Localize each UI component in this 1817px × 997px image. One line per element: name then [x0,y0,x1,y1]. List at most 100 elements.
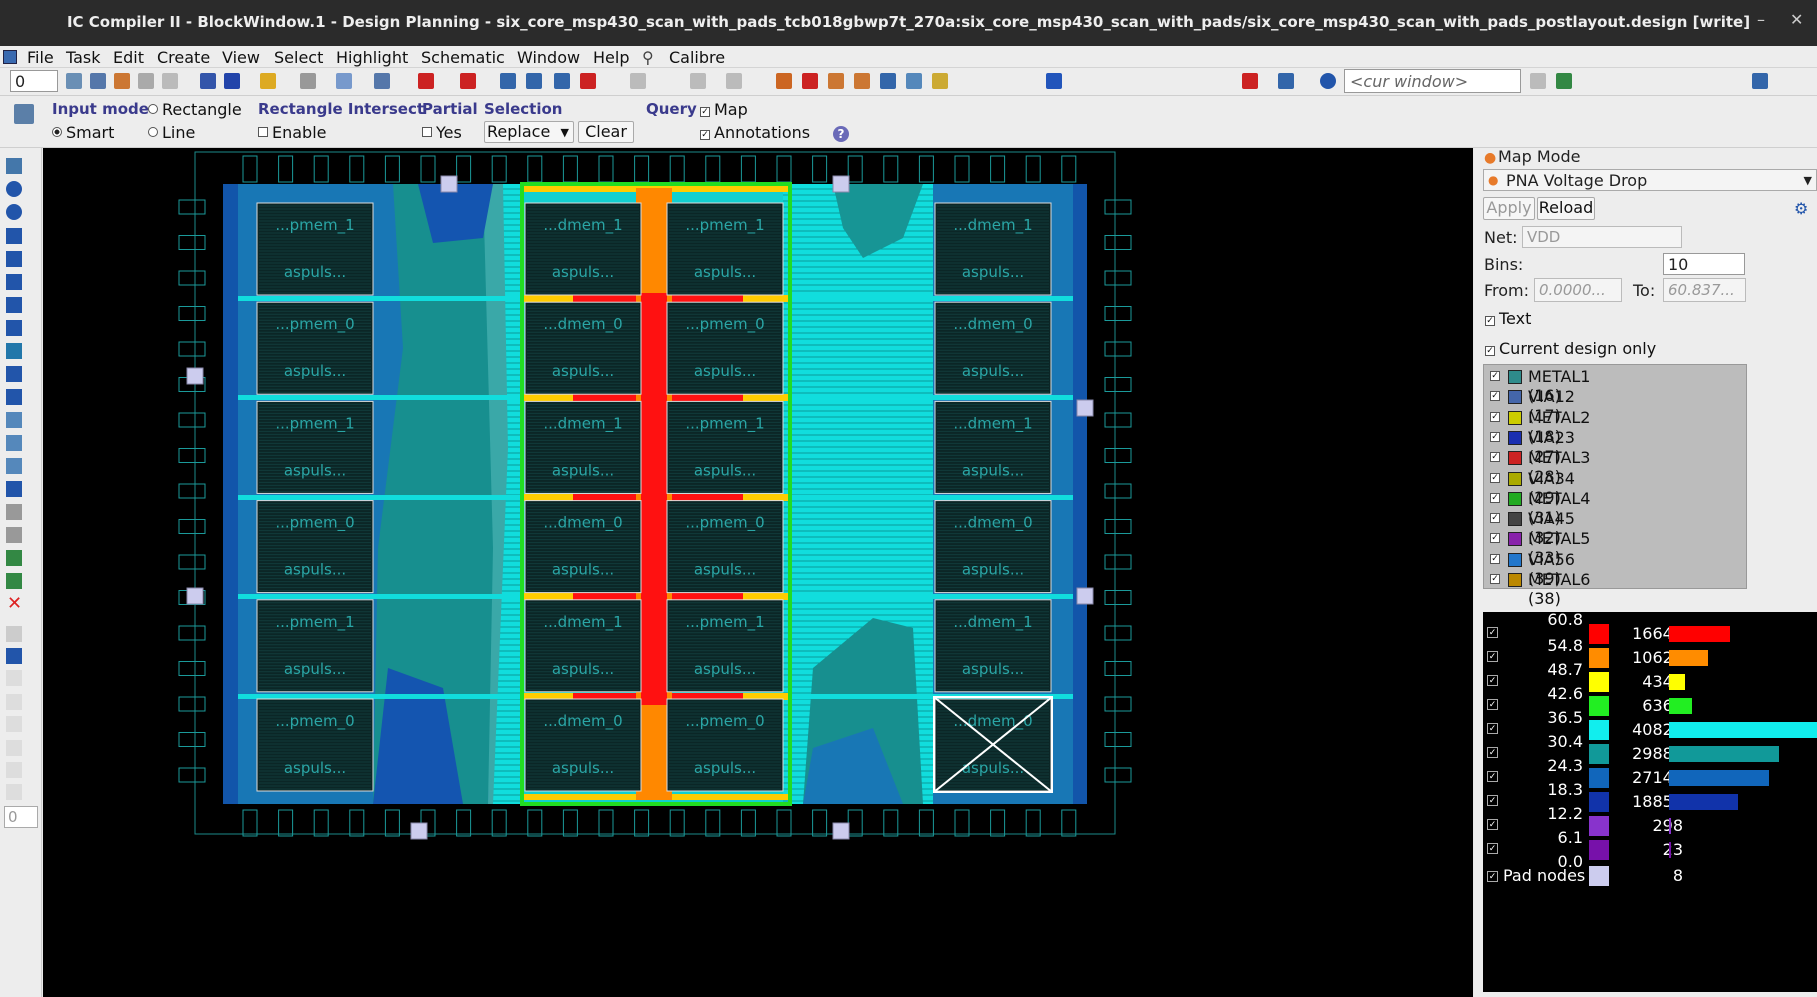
align-icon[interactable] [6,297,22,313]
grid-icon[interactable] [6,670,22,686]
smart-radio[interactable]: Smart [52,123,114,142]
select-tool-icon[interactable] [66,73,82,89]
chart-icon[interactable] [500,73,516,89]
menu-calibre[interactable]: Calibre [669,48,725,67]
open-icon[interactable] [200,73,216,89]
menu-edit[interactable]: Edit [113,48,144,67]
pointer-icon[interactable] [6,158,22,174]
bin-checkbox[interactable]: ✓ [1487,771,1498,782]
bookmark-icon[interactable] [6,320,22,336]
copy-icon[interactable] [6,412,22,428]
list-icon[interactable] [554,73,570,89]
yes-checkbox[interactable]: Yes [422,123,462,142]
bin-checkbox[interactable]: ✓ [1487,747,1498,758]
layout-icon[interactable] [906,73,922,89]
tool-icon[interactable] [6,740,22,756]
rect-icon[interactable] [6,228,22,244]
tool-icon[interactable] [1556,73,1572,89]
left-spin-box[interactable]: 0 [4,806,38,828]
check-icon[interactable] [526,73,542,89]
tool-icon[interactable] [6,762,22,778]
layer-checkbox[interactable]: ✓ [1490,472,1500,483]
cell-icon[interactable] [6,481,22,497]
menu-highlight[interactable]: Highlight [336,48,408,67]
zoom-icon[interactable] [630,73,646,89]
layout-icon[interactable] [854,73,870,89]
bin-checkbox[interactable]: ✓ [1487,723,1498,734]
minimize-icon[interactable]: – [1757,10,1765,29]
menu-help[interactable]: Help [593,48,629,67]
layer-checkbox[interactable]: ✓ [1490,533,1500,544]
layer-icon[interactable] [6,550,22,566]
layer-checkbox[interactable]: ✓ [1490,431,1500,442]
tool-icon[interactable] [6,694,22,710]
pad-nodes-checkbox[interactable]: ✓ [1487,871,1498,882]
apply-button[interactable]: Apply [1483,197,1535,220]
drc-icon[interactable] [460,73,476,89]
tool-icon[interactable] [1530,73,1546,89]
layer-icon[interactable] [6,573,22,589]
route-icon[interactable] [6,343,22,359]
bin-checkbox[interactable]: ✓ [1487,819,1498,830]
search-icon[interactable]: ⚲ [642,48,654,67]
current-design-checkbox[interactable]: ✓ Current design only [1485,339,1656,358]
layer-checkbox[interactable]: ✓ [1490,371,1500,381]
redo-icon[interactable] [726,73,742,89]
ruler-icon[interactable] [6,389,22,405]
hier-icon[interactable] [114,73,130,89]
tool-icon[interactable] [418,73,434,89]
layer-spin-box[interactable]: 0 [10,70,58,92]
menu-window[interactable]: Window [517,48,580,67]
menu-create[interactable]: Create [157,48,210,67]
net-field[interactable]: VDD [1522,226,1682,248]
tool-icon[interactable] [6,784,22,800]
menu-schematic[interactable]: Schematic [421,48,505,67]
from-field[interactable]: 0.0000... [1534,278,1622,302]
grid-icon[interactable] [6,504,22,520]
bins-field[interactable]: 10 [1663,253,1745,275]
info-icon[interactable] [6,181,22,197]
grid-icon[interactable] [6,527,22,543]
array-icon[interactable] [6,458,22,474]
zoom-icon[interactable] [6,204,22,220]
layout-icon[interactable] [880,73,896,89]
down-icon[interactable] [162,73,178,89]
split-icon[interactable] [6,366,22,382]
up-icon[interactable] [138,73,154,89]
layer-checkbox[interactable]: ✓ [1490,452,1500,463]
line-radio[interactable]: Line [148,123,195,142]
layout-canvas[interactable]: ...pmem_1 aspuls... ...pmem_0 aspuls... ...p… [43,148,1473,997]
move-icon[interactable] [6,251,22,267]
layer-checkbox[interactable]: ✓ [1490,391,1500,402]
lock-icon[interactable] [6,626,22,642]
map-checkbox[interactable]: ✓ Map [700,100,748,119]
map-type-dropdown[interactable]: ● PNA Voltage Drop ▼ [1483,169,1817,191]
rectangle-radio[interactable]: Rectangle [148,100,242,119]
layer-checkbox[interactable]: ✓ [1490,411,1500,422]
bin-checkbox[interactable]: ✓ [1487,795,1498,806]
selection-dropdown[interactable]: Replace ▼ [484,121,574,143]
route-icon[interactable] [374,73,390,89]
bin-checkbox[interactable]: ✓ [1487,699,1498,710]
window-field[interactable]: <cur window> [1344,69,1521,93]
place-icon[interactable] [776,73,792,89]
chat-icon[interactable] [1752,73,1768,89]
snap-icon[interactable] [336,73,352,89]
enable-checkbox[interactable]: Enable [258,123,327,142]
stretch-icon[interactable] [6,274,22,290]
flag-icon[interactable] [1046,73,1062,89]
bin-checkbox[interactable]: ✓ [1487,675,1498,686]
layer-checkbox[interactable]: ✓ [1490,513,1500,524]
close-icon[interactable]: ✕ [1790,10,1803,29]
icv-icon[interactable] [1242,73,1258,89]
props-icon[interactable] [90,73,106,89]
clear-button[interactable]: Clear [578,121,634,143]
tool-icon[interactable] [6,716,22,732]
delete-icon[interactable] [802,73,818,89]
help-icon[interactable]: ? [833,126,849,142]
layer-checkbox[interactable]: ✓ [1490,574,1500,584]
to-field[interactable]: 60.837... [1663,278,1746,302]
highlight-icon[interactable] [260,73,276,89]
layout-icon[interactable] [828,73,844,89]
unlock-icon[interactable] [6,648,22,664]
